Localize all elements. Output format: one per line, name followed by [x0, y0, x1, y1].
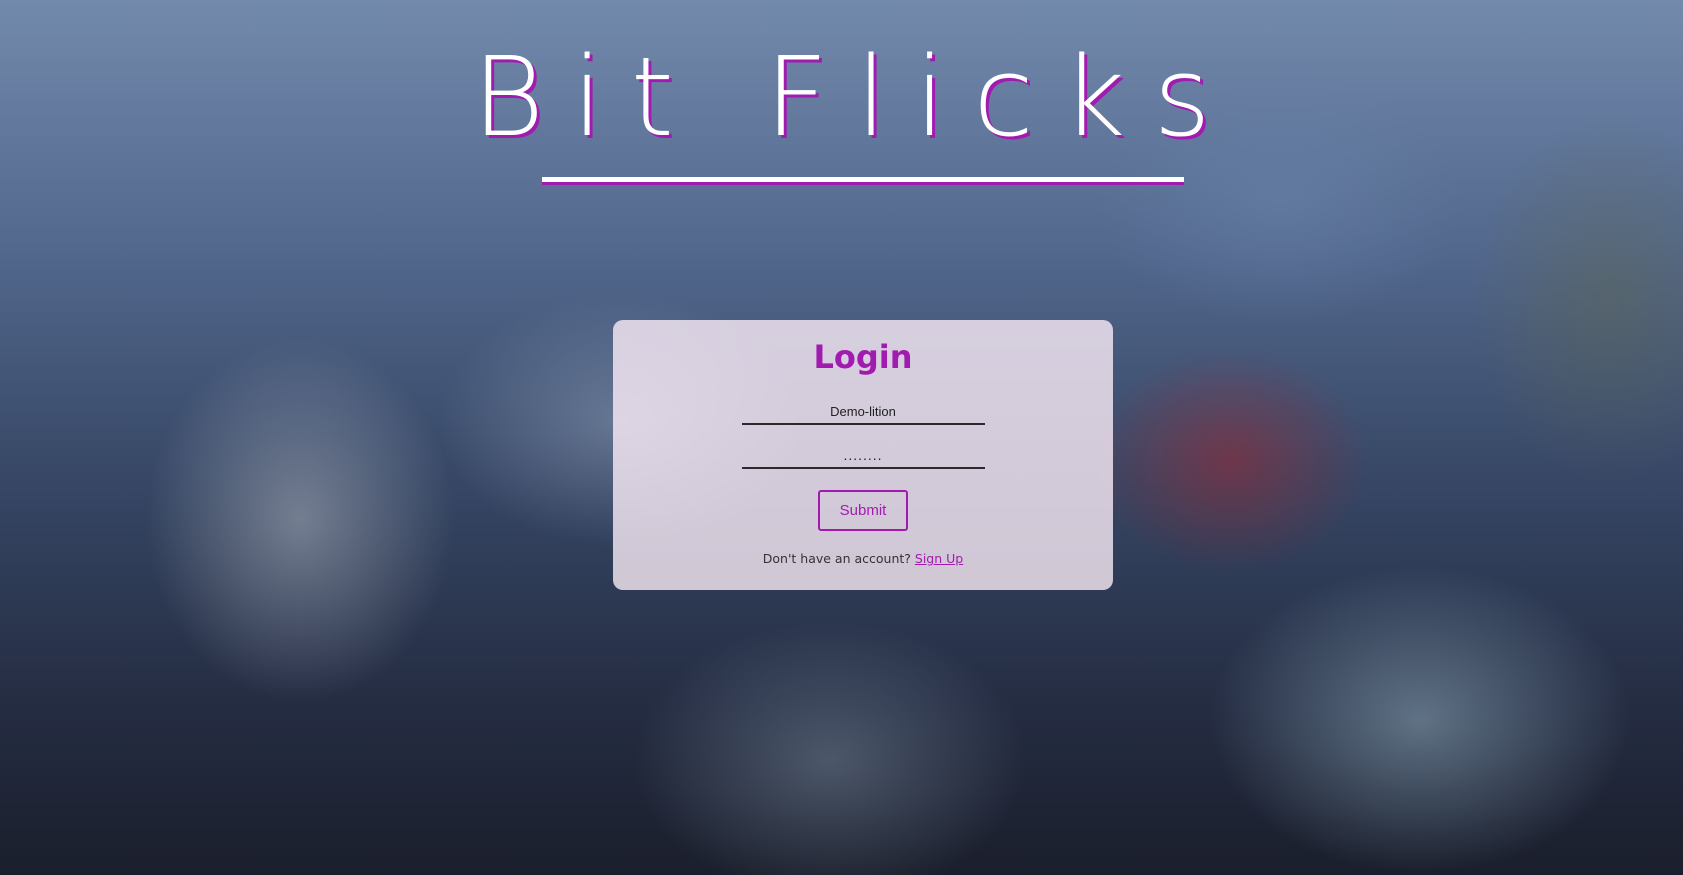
signup-row: Don't have an account? Sign Up [613, 551, 1113, 566]
username-field[interactable] [741, 399, 985, 426]
submit-button[interactable]: Submit [818, 490, 908, 532]
password-field[interactable] [741, 443, 985, 470]
login-form: Login Submit Don't have an account? Sign… [613, 320, 1113, 590]
title-underline [542, 177, 1184, 182]
brand-header: Bit Flicks [0, 33, 1683, 161]
login-heading: Login [813, 338, 913, 376]
site-title: Bit Flicks [472, 33, 1239, 161]
signup-prompt: Don't have an account? [762, 551, 911, 567]
signup-link[interactable]: Sign Up [915, 551, 963, 566]
login-page: Bit Flicks Login Submit Don't have an ac… [0, 0, 1683, 875]
